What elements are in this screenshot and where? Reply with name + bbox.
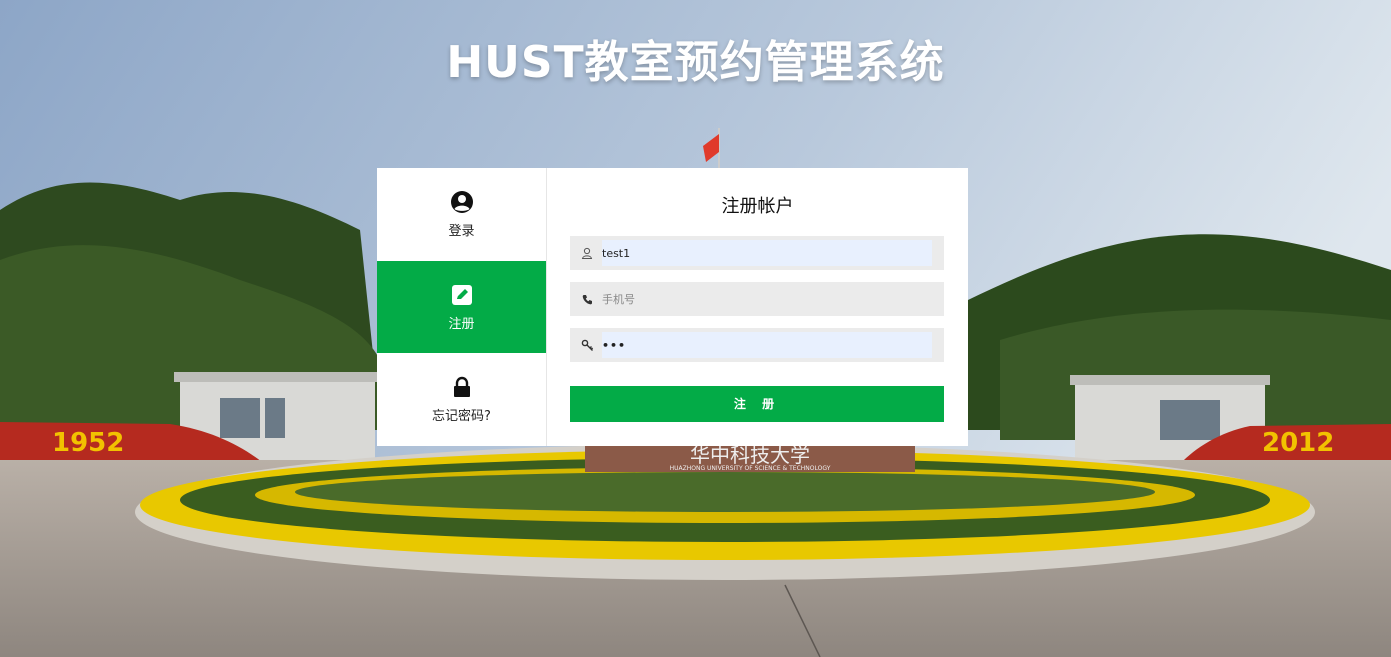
phone-input[interactable] [602, 286, 932, 312]
user-circle-icon [450, 190, 474, 214]
key-icon [572, 339, 602, 352]
username-input[interactable] [602, 240, 932, 266]
tab-login-label: 登录 [448, 223, 475, 239]
username-field [570, 236, 944, 270]
phone-field [570, 282, 944, 316]
year-2012-flowerbed: 2012 [1262, 428, 1334, 458]
register-button[interactable]: 注 册 [570, 386, 944, 422]
auth-panel: 登录 注册 忘记密码? 注册帐户 test1 手机号 ••• 注 册 [377, 168, 968, 446]
edit-icon [450, 283, 474, 307]
form-title: 注册帐户 [721, 196, 794, 217]
tab-forgot-password-label: 忘记密码? [432, 409, 491, 425]
tab-login[interactable]: 登录 [377, 168, 546, 261]
auth-tab-list: 登录 注册 忘记密码? [377, 168, 547, 446]
year-1952-flowerbed: 1952 [52, 428, 124, 458]
password-field [570, 328, 944, 362]
register-form: 注册帐户 test1 手机号 ••• 注 册 [547, 168, 968, 446]
user-icon [572, 247, 602, 259]
tab-register-label: 注册 [448, 316, 475, 332]
password-input[interactable] [602, 332, 932, 358]
campus-sign-text: 华中科技大学 [690, 443, 810, 467]
page-title: HUST教室预约管理系统 [446, 37, 945, 88]
lock-icon [450, 375, 474, 399]
tab-forgot-password[interactable]: 忘记密码? [377, 353, 546, 446]
tab-register[interactable]: 注册 [377, 260, 546, 354]
phone-icon [572, 294, 602, 305]
campus-sign-english: HUAZHONG UNIVERSITY OF SCIENCE & TECHNOL… [670, 465, 831, 472]
